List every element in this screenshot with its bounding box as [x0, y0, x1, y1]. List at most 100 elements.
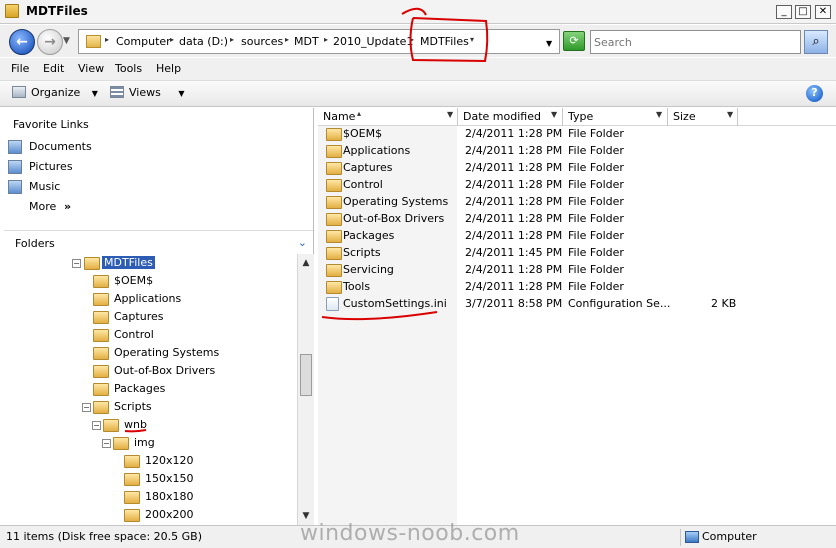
list-item[interactable]: Packages 2/4/2011 1:28 PM File Folder [318, 228, 836, 245]
folders-title: Folders [15, 237, 55, 250]
status-summary: 11 items (Disk free space: 20.5 GB) [6, 530, 202, 543]
minimize-button[interactable]: _ [776, 5, 792, 19]
scroll-thumb[interactable] [300, 354, 312, 396]
list-item[interactable]: Servicing 2/4/2011 1:28 PM File Folder [318, 262, 836, 279]
breadcrumb-arrow[interactable]: ▸ [410, 35, 414, 44]
folder-icon [5, 4, 19, 18]
computer-icon [685, 531, 699, 543]
list-item[interactable]: CustomSettings.ini 3/7/2011 8:58 PM Conf… [318, 296, 836, 313]
organize-button[interactable]: Organize ▼ [12, 86, 98, 99]
folder-icon [93, 365, 109, 378]
breadcrumb-arrow[interactable]: ▾ [470, 35, 474, 44]
status-location: Computer [680, 529, 830, 546]
folder-icon [326, 264, 342, 277]
close-button[interactable]: ✕ [815, 5, 831, 19]
folder-icon [326, 281, 342, 294]
watermark: windows-noob.com [300, 521, 520, 546]
folder-icon [93, 293, 109, 306]
folder-icon [93, 329, 109, 342]
folders-header[interactable]: Folders ⌄ [4, 230, 313, 256]
window-title: MDTFiles [26, 4, 88, 18]
folder-icon [326, 196, 342, 209]
list-item[interactable]: Captures 2/4/2011 1:28 PM File Folder [318, 160, 836, 177]
pictures-icon [8, 160, 22, 174]
column-type-dropdown[interactable]: ▼ [656, 110, 662, 119]
folder-icon [326, 128, 342, 141]
favorite-links-title: Favorite Links [13, 118, 89, 131]
folder-icon [124, 473, 140, 486]
column-name-dropdown[interactable]: ▼ [447, 110, 453, 119]
column-type[interactable]: Type [568, 110, 593, 123]
crumb-2010-update1[interactable]: 2010_Update1 [333, 35, 413, 48]
collapse-icon[interactable]: − [92, 421, 101, 430]
list-item[interactable]: Scripts 2/4/2011 1:45 PM File Folder [318, 245, 836, 262]
refresh-button[interactable]: ⟳ [563, 31, 585, 51]
folders-scrollbar[interactable]: ▲ ▼ [297, 254, 314, 525]
breadcrumb-arrow[interactable]: ▸ [230, 35, 234, 44]
collapse-icon[interactable]: − [72, 259, 81, 268]
menu-tools[interactable]: Tools [115, 62, 142, 75]
folder-icon [124, 455, 140, 468]
crumb-mdt[interactable]: MDT [294, 35, 319, 48]
folder-icon [84, 257, 100, 270]
maximize-button[interactable]: □ [795, 5, 811, 19]
folder-icon [93, 401, 109, 414]
folder-icon [93, 347, 109, 360]
chevron-down-icon[interactable]: ⌄ [298, 236, 307, 249]
folder-icon [124, 509, 140, 522]
views-icon [110, 86, 124, 98]
search-field[interactable] [590, 30, 801, 54]
collapse-icon[interactable]: − [82, 403, 91, 412]
column-date-modified[interactable]: Date modified [463, 110, 541, 123]
list-item[interactable]: Operating Systems 2/4/2011 1:28 PM File … [318, 194, 836, 211]
column-size-dropdown[interactable]: ▼ [727, 110, 733, 119]
settings-file-icon [326, 297, 339, 311]
column-date-dropdown[interactable]: ▼ [551, 110, 557, 119]
column-name[interactable]: Name [323, 110, 355, 123]
breadcrumb-arrow[interactable]: ▸ [324, 35, 328, 44]
crumb-sources[interactable]: sources [241, 35, 283, 48]
folder-icon [326, 145, 342, 158]
command-toolbar: Organize ▼ Views ▼ ? [0, 80, 836, 107]
folder-icon [103, 419, 119, 432]
breadcrumb-arrow[interactable]: ▸ [170, 35, 174, 44]
crumb-computer[interactable]: Computer [116, 35, 171, 48]
breadcrumb-arrow[interactable]: ▸ [285, 35, 289, 44]
crumb-mdtfiles[interactable]: MDTFiles [420, 35, 469, 48]
breadcrumb[interactable]: ▸ Computer ▸ data (D:) ▸ sources ▸ MDT ▸… [78, 29, 560, 54]
folder-icon [124, 491, 140, 504]
organize-icon [12, 86, 26, 98]
folder-icon [326, 162, 342, 175]
music-icon [8, 180, 22, 194]
column-size[interactable]: Size [673, 110, 696, 123]
views-button[interactable]: Views ▼ [110, 86, 185, 99]
list-item[interactable]: Applications 2/4/2011 1:28 PM File Folde… [318, 143, 836, 160]
search-icon[interactable]: ⌕ [804, 30, 828, 54]
folder-icon [93, 275, 109, 288]
help-icon[interactable]: ? [806, 85, 823, 102]
menu-bar: File Edit View Tools Help [0, 58, 836, 80]
list-item[interactable]: $OEM$ 2/4/2011 1:28 PM File Folder [318, 126, 836, 143]
search-input[interactable] [591, 31, 800, 53]
recent-pages-dropdown[interactable]: ▼ [63, 36, 70, 46]
address-dropdown[interactable]: ▼ [546, 39, 552, 48]
chevron-down-icon: ▼ [178, 89, 185, 98]
list-item[interactable]: Out-of-Box Drivers 2/4/2011 1:28 PM File… [318, 211, 836, 228]
forward-button[interactable]: → [37, 29, 63, 55]
organize-label: Organize [31, 86, 81, 99]
crumb-data-drive[interactable]: data (D:) [179, 35, 228, 48]
list-item[interactable]: Control 2/4/2011 1:28 PM File Folder [318, 177, 836, 194]
breadcrumb-arrow[interactable]: ▸ [105, 35, 109, 44]
list-item[interactable]: Tools 2/4/2011 1:28 PM File Folder [318, 279, 836, 296]
collapse-icon[interactable]: − [102, 439, 111, 448]
folder-icon [326, 179, 342, 192]
menu-file[interactable]: File [11, 62, 29, 75]
back-button[interactable]: ← [9, 29, 35, 55]
menu-edit[interactable]: Edit [43, 62, 64, 75]
scroll-up-icon[interactable]: ▲ [299, 256, 313, 270]
folder-icon [326, 213, 342, 226]
menu-view[interactable]: View [78, 62, 104, 75]
menu-help[interactable]: Help [156, 62, 181, 75]
title-bar: MDTFiles _ □ ✕ [0, 0, 836, 24]
navigation-pane: Favorite Links Documents Pictures Music … [0, 108, 314, 525]
